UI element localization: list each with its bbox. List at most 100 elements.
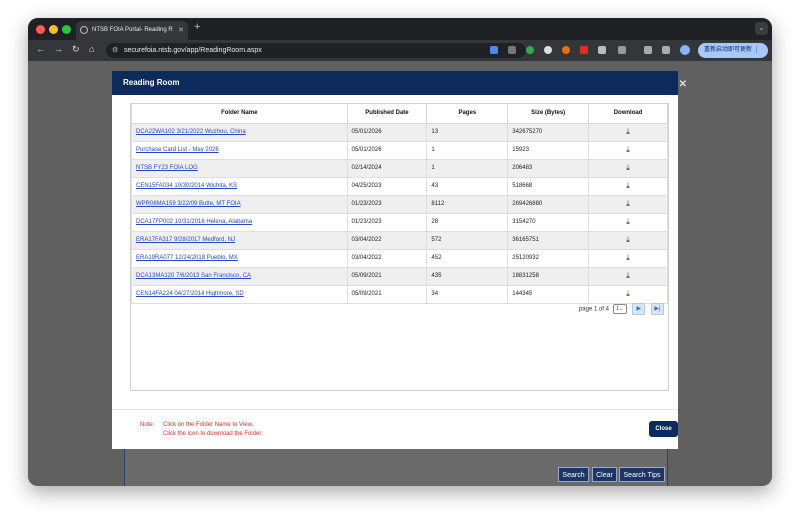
next-page-button[interactable]: ▶: [632, 303, 646, 315]
download-icon[interactable]: ⤓: [588, 194, 668, 214]
pages-cell: 13: [426, 122, 509, 142]
search-tips-button[interactable]: Search Tips: [619, 467, 665, 482]
folder-name-link-text[interactable]: ERA17FA317 9/28/2017 Medford, NJ: [136, 237, 235, 243]
extension-icon[interactable]: [490, 46, 498, 54]
folder-name-link[interactable]: ERA17FA317 9/28/2017 Medford, NJ: [131, 230, 348, 250]
extension-icon[interactable]: [580, 46, 588, 54]
download-icon[interactable]: ⤓: [588, 176, 668, 196]
note-label: Note:: [140, 422, 155, 428]
media-icon[interactable]: [662, 46, 670, 54]
size-cell: 518668: [507, 176, 590, 196]
back-icon[interactable]: ←: [36, 44, 45, 54]
size-cell-text: 342675270: [512, 129, 543, 135]
column-header[interactable]: Published Date: [346, 104, 428, 124]
size-cell: 36165751: [507, 230, 590, 250]
extensions-puzzle-icon[interactable]: [618, 46, 626, 54]
download-icon[interactable]: ⤓: [588, 140, 668, 160]
published-date-cell-text: 03/04/2022: [351, 237, 382, 243]
folder-name-link-text[interactable]: WPR08MA159 3/22/09 Butte, MT FOIA: [136, 201, 241, 207]
folder-name-link-text[interactable]: DCA13MA120 7/6/2013 San Francisco, CA: [136, 273, 251, 279]
size-cell: 206483: [507, 158, 590, 178]
column-header[interactable]: Pages: [426, 104, 509, 124]
extension-icon[interactable]: [544, 46, 552, 54]
published-date-cell: 05/09/2021: [346, 266, 428, 286]
pages-cell-text: 452: [431, 255, 442, 261]
close-window-dot[interactable]: [36, 25, 45, 34]
modal-close-icon[interactable]: ✕: [679, 73, 687, 97]
browser-tab[interactable]: NTSB FOIA Portal- Reading R ✕: [76, 21, 188, 40]
download-icon[interactable]: ⤓: [588, 230, 668, 250]
size-cell-text: 25120932: [512, 255, 539, 261]
tab-search-icon[interactable]: ⌄: [755, 22, 768, 35]
table-container: Folder Name Published Date Pages Size (B…: [130, 103, 669, 391]
extension-icon[interactable]: [508, 46, 516, 54]
column-header[interactable]: Download: [588, 104, 668, 124]
folder-name-link-text[interactable]: CEN15FA034 10/30/2014 Wichita, KS: [136, 183, 237, 189]
size-cell: 144345: [507, 284, 590, 304]
profile-avatar-icon[interactable]: [680, 45, 690, 55]
folder-name-link-text[interactable]: Purchase Card List - May 2026: [136, 147, 219, 153]
folder-name-link[interactable]: ERA19RA077 12/24/2018 Pueblo, MX: [131, 248, 348, 268]
column-header[interactable]: Folder Name: [131, 104, 348, 124]
folder-name-link[interactable]: Purchase Card List - May 2026: [131, 140, 348, 160]
address-bar[interactable]: ⚙ securefoia.ntsb.gov/app/ReadingRoom.as…: [106, 43, 526, 58]
download-icon[interactable]: ⤓: [588, 248, 668, 268]
home-icon[interactable]: ⌂: [89, 44, 94, 54]
last-page-button[interactable]: ▶|: [651, 303, 664, 315]
page-select-value: 1: [616, 306, 619, 312]
size-cell-text: 36165751: [512, 237, 539, 243]
extension-icon[interactable]: [598, 46, 606, 54]
pages-cell-text: 1: [431, 165, 435, 171]
tab-close-icon[interactable]: ✕: [178, 21, 184, 40]
table-row: ERA19RA077 12/24/2018 Pueblo, MX 03/04/20…: [131, 248, 668, 268]
new-tab-button[interactable]: +: [194, 21, 200, 33]
folder-name-link[interactable]: DCA22WA102 3/21/2022 Wuzhou, China: [131, 122, 348, 142]
folder-name-link[interactable]: DCA13MA120 7/6/2013 San Francisco, CA: [131, 266, 348, 286]
table-row: WPR08MA159 3/22/09 Butte, MT FOIA 01/23/2…: [131, 194, 668, 214]
search-button[interactable]: Search: [558, 467, 589, 482]
folder-name-link[interactable]: DCA17FP002 10/31/2016 Helena, Alabama: [131, 212, 348, 232]
published-date-cell: 05/09/2021: [346, 284, 428, 304]
folder-name-link-text[interactable]: CEN14FA224 04/27/2014 Highmore, SD: [136, 291, 244, 297]
published-date-cell-text: 05/01/2026: [351, 147, 382, 153]
extension-icon[interactable]: [562, 46, 570, 54]
folder-name-link-text[interactable]: DCA22WA102 3/21/2022 Wuzhou, China: [136, 129, 246, 135]
download-icon[interactable]: ⤓: [588, 284, 668, 304]
folder-name-link[interactable]: CEN15FA034 10/30/2014 Wichita, KS: [131, 176, 348, 196]
tab-bar: NTSB FOIA Portal- Reading R ✕ + ⌄: [28, 18, 772, 40]
reading-room-modal: Reading Room ✕ Folder Name Published Dat…: [112, 71, 687, 449]
size-cell: 25120932: [507, 248, 590, 268]
folder-name-link[interactable]: CEN14FA224 04/27/2014 Highmore, SD: [131, 284, 348, 304]
folder-name-link-text[interactable]: DCA17FP002 10/31/2016 Helena, Alabama: [136, 219, 252, 225]
folder-name-link-text[interactable]: ERA19RA077 12/24/2018 Pueblo, MX: [136, 255, 238, 261]
pages-cell-text: 28: [431, 219, 439, 225]
browser-toolbar: ← → ↻ ⌂ ⚙ securefoia.ntsb.gov/app/Readin…: [28, 40, 772, 61]
published-date-cell-text: 04/25/2023: [351, 183, 382, 189]
pages-cell-text: 43: [431, 183, 439, 189]
published-date-cell: 03/04/2022: [346, 248, 428, 268]
download-icon[interactable]: [644, 46, 652, 54]
download-icon[interactable]: ⤓: [588, 212, 668, 232]
pages-cell-text: 1: [431, 147, 435, 153]
column-header[interactable]: Size (Bytes): [507, 104, 590, 124]
clear-button[interactable]: Clear: [592, 467, 617, 482]
forward-icon[interactable]: →: [54, 44, 63, 54]
extension-icon[interactable]: [526, 46, 534, 54]
reload-icon[interactable]: ↻: [72, 44, 80, 55]
site-info-icon[interactable]: ⚙: [112, 46, 118, 54]
pages-cell: 452: [426, 248, 509, 268]
pages-cell-text: 13: [431, 129, 439, 135]
download-icon[interactable]: ⤓: [588, 158, 668, 178]
close-button[interactable]: Close: [649, 421, 678, 437]
minimize-window-dot[interactable]: [49, 25, 58, 34]
folder-name-link-text[interactable]: NTSB FY23 FOIA LOG: [136, 165, 198, 171]
download-icon[interactable]: ⤓: [588, 266, 668, 286]
folder-name-link[interactable]: NTSB FY23 FOIA LOG: [131, 158, 348, 178]
page-select[interactable]: 1⌄: [612, 304, 627, 314]
folder-name-link[interactable]: WPR08MA159 3/22/09 Butte, MT FOIA: [131, 194, 348, 214]
download-icon[interactable]: ⤓: [588, 122, 668, 142]
update-chrome-button[interactable]: 重新启动即可更新 ⋮: [698, 43, 768, 58]
modal-footer: Note: Click on the Folder Name to View. …: [112, 409, 678, 449]
pages-cell: 1: [426, 158, 509, 178]
maximize-window-dot[interactable]: [62, 25, 71, 34]
